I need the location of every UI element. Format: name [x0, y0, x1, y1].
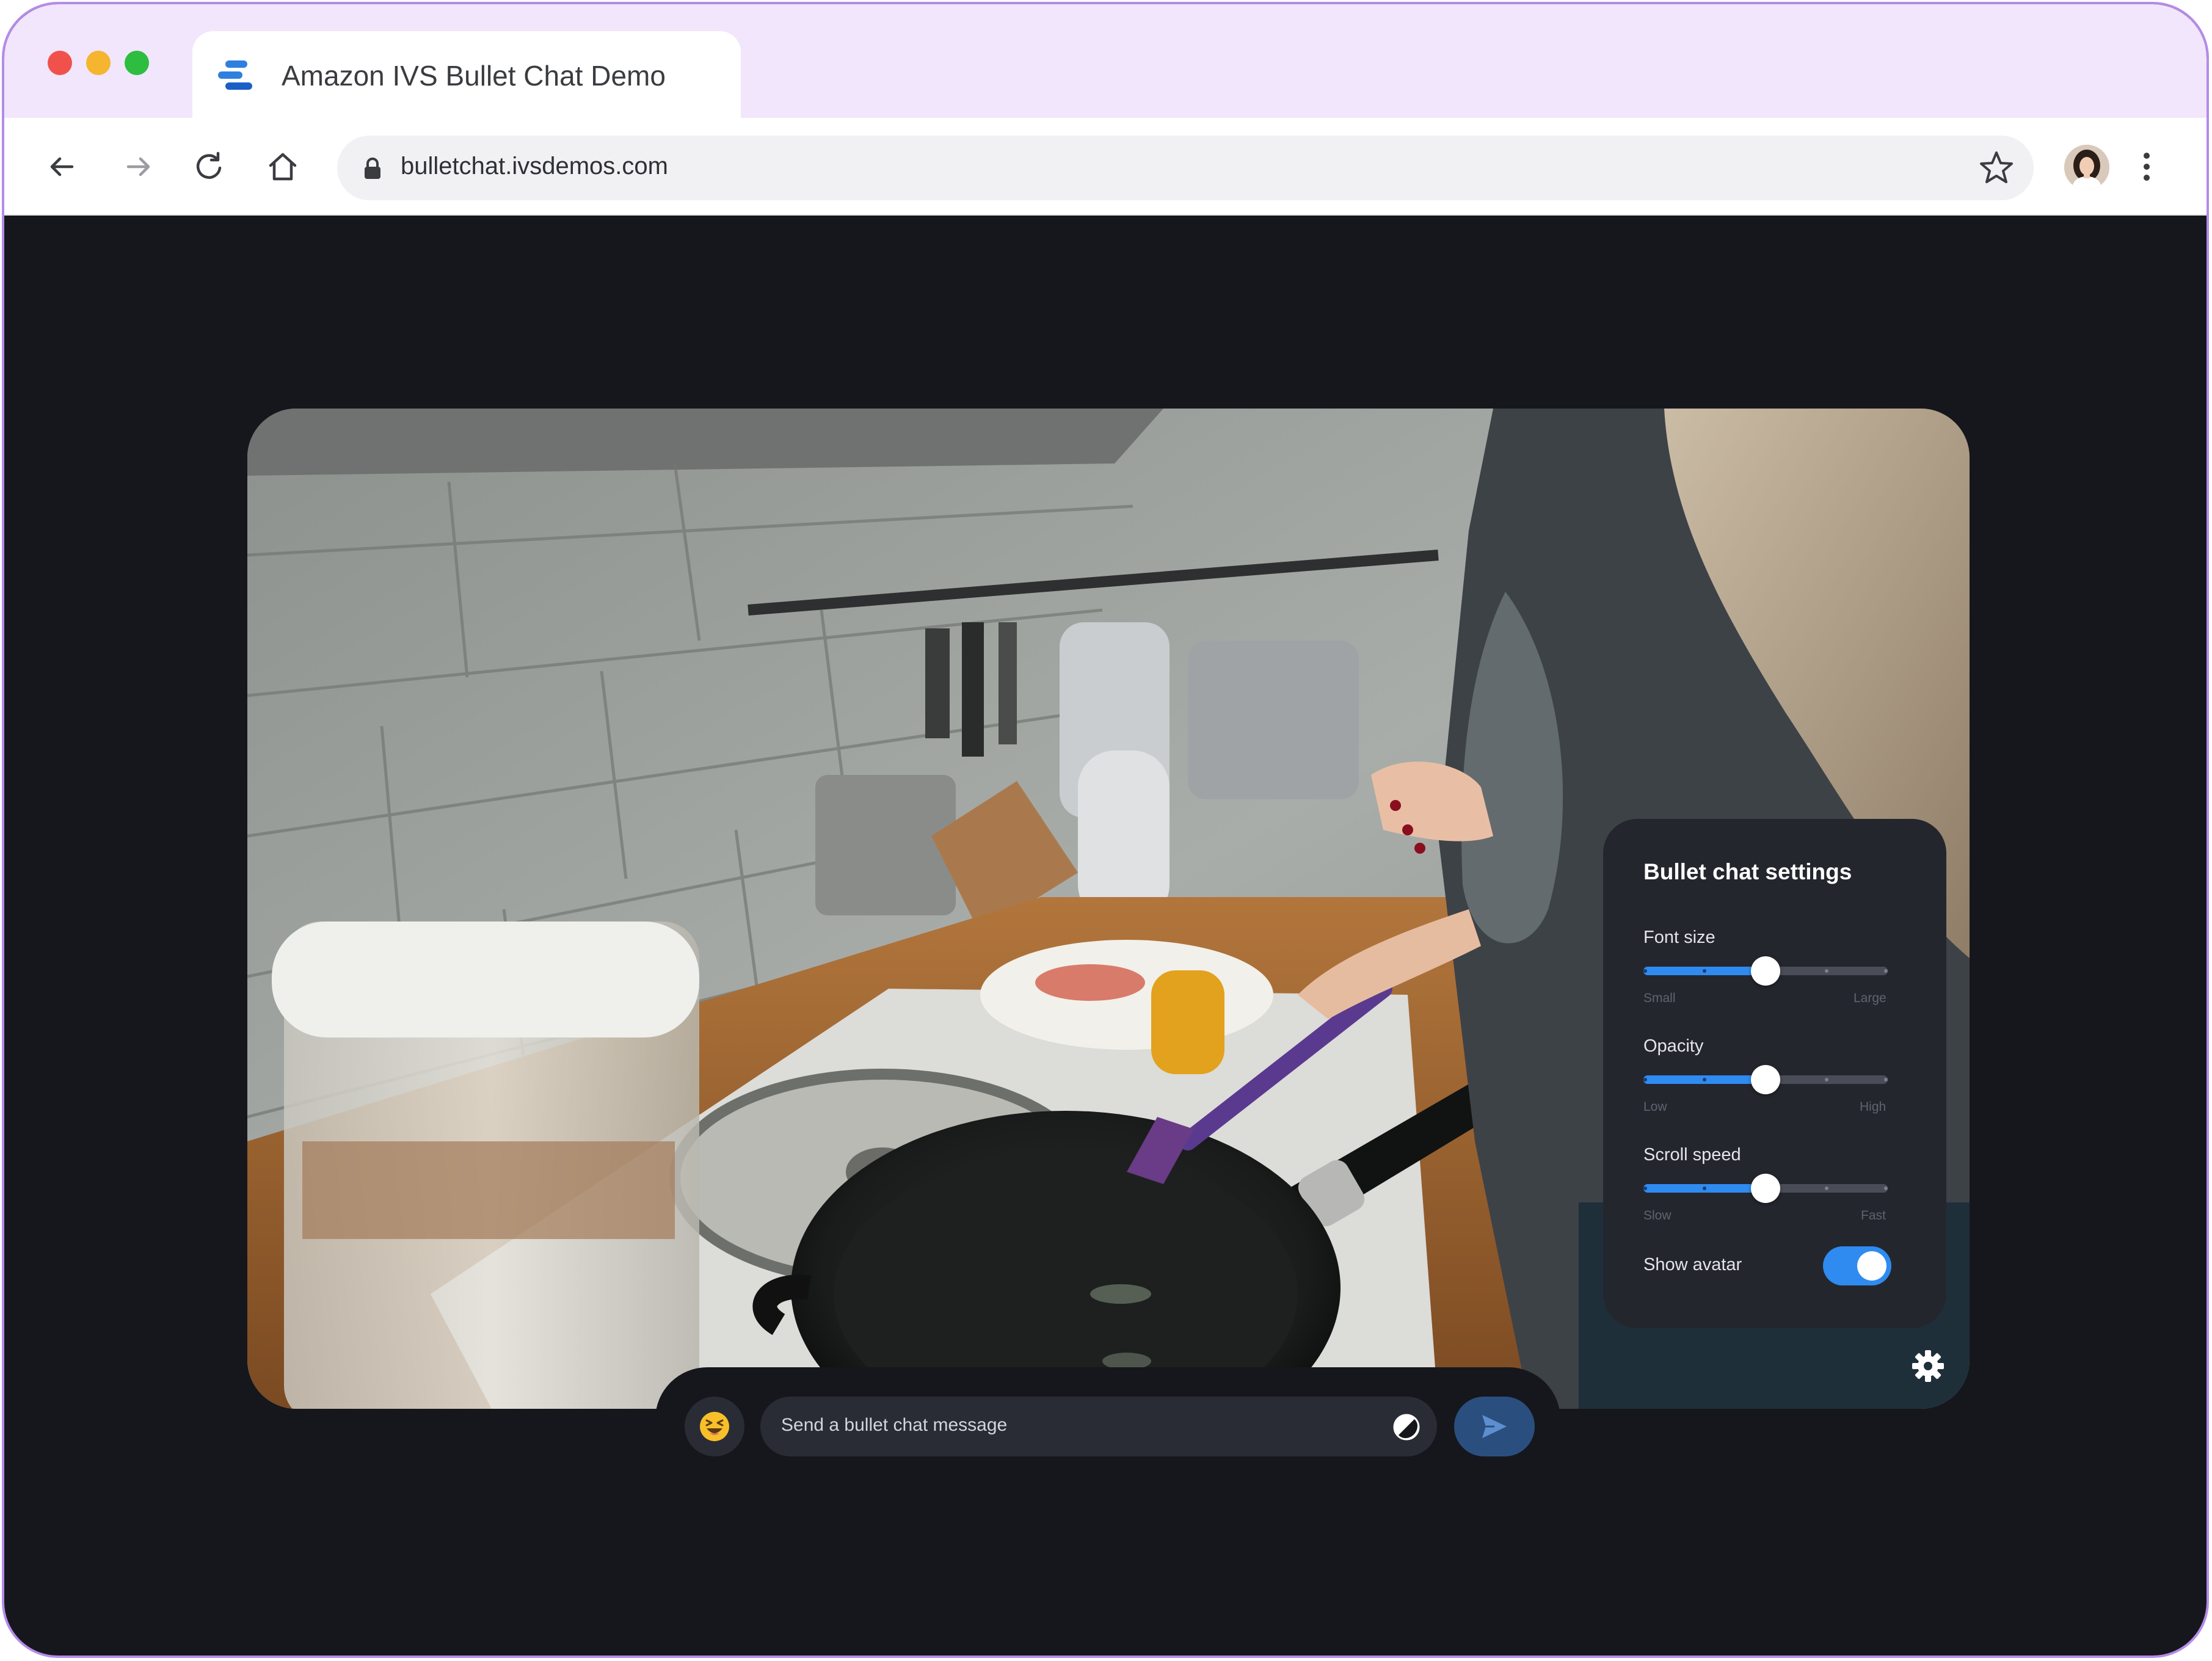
slider-step [1703, 969, 1706, 973]
opacity-slider[interactable] [1643, 1064, 1888, 1095]
bookmark-star-icon[interactable] [1977, 149, 2015, 187]
slider-step [1825, 1187, 1828, 1190]
slider-step [1643, 969, 1647, 973]
bullet-chat-settings-panel: Bullet chat settings Font size Small Lar… [1603, 819, 1946, 1328]
opacity-max-label: High [1860, 1100, 1886, 1114]
browser-window: Amazon IVS Bullet Chat Demo bulletchat.i… [2, 2, 2209, 1658]
scroll-speed-min-label: Slow [1643, 1208, 1672, 1223]
menu-kebab-icon[interactable] [2134, 148, 2159, 185]
font-size-max-label: Large [1854, 991, 1886, 1005]
scroll-speed-max-label: Fast [1861, 1208, 1886, 1223]
slider-step [1825, 969, 1828, 973]
address-bar[interactable]: bulletchat.ivsdemos.com [337, 136, 2034, 200]
chat-bar: Send a bullet chat message [655, 1367, 1560, 1471]
gear-icon[interactable] [1911, 1349, 1945, 1383]
tab-title: Amazon IVS Bullet Chat Demo [282, 60, 666, 92]
slider-step [1825, 1078, 1828, 1081]
minimize-window-button[interactable] [86, 51, 111, 75]
emoji-button[interactable] [685, 1397, 744, 1456]
home-icon[interactable] [264, 148, 301, 185]
send-icon [1482, 1415, 1507, 1438]
opacity-slider-thumb[interactable] [1751, 1065, 1780, 1094]
font-size-label: Font size [1643, 928, 1715, 947]
forward-icon[interactable] [120, 148, 157, 185]
show-avatar-label: Show avatar [1643, 1255, 1742, 1274]
scroll-speed-slider-thumb[interactable] [1751, 1174, 1780, 1203]
slider-step [1884, 1078, 1888, 1081]
slider-step [1703, 1187, 1706, 1190]
slider-step [1884, 1187, 1888, 1190]
back-icon[interactable] [43, 148, 80, 185]
chat-placeholder: Send a bullet chat message [781, 1415, 1008, 1435]
slider-step [1703, 1078, 1706, 1081]
slider-step [1643, 1078, 1647, 1081]
close-window-button[interactable] [48, 51, 72, 75]
scroll-speed-label: Scroll speed [1643, 1145, 1741, 1165]
toggle-knob [1857, 1251, 1886, 1281]
scroll-speed-slider[interactable] [1643, 1173, 1888, 1204]
font-size-min-label: Small [1643, 991, 1676, 1005]
maximize-window-button[interactable] [125, 51, 149, 75]
contrast-icon[interactable] [1392, 1412, 1421, 1442]
browser-toolbar: bulletchat.ivsdemos.com [4, 118, 2207, 216]
show-avatar-toggle[interactable] [1823, 1246, 1891, 1285]
lock-icon [365, 158, 380, 179]
send-button[interactable] [1454, 1397, 1535, 1456]
font-size-slider-thumb[interactable] [1751, 956, 1780, 986]
chat-message-input[interactable]: Send a bullet chat message [760, 1397, 1437, 1456]
reload-icon[interactable] [191, 148, 228, 185]
browser-tab[interactable]: Amazon IVS Bullet Chat Demo [192, 31, 741, 122]
opacity-label: Opacity [1643, 1036, 1704, 1056]
grinning-squint-emoji-icon [700, 1412, 729, 1441]
slider-step [1884, 969, 1888, 973]
title-bar: Amazon IVS Bullet Chat Demo [4, 4, 2207, 122]
settings-title: Bullet chat settings [1643, 859, 1852, 884]
slider-step [1643, 1187, 1647, 1190]
opacity-min-label: Low [1643, 1100, 1667, 1114]
profile-avatar[interactable] [2064, 145, 2109, 190]
url-text: bulletchat.ivsdemos.com [401, 153, 668, 180]
font-size-slider[interactable] [1643, 956, 1888, 986]
site-logo-icon [218, 60, 252, 90]
